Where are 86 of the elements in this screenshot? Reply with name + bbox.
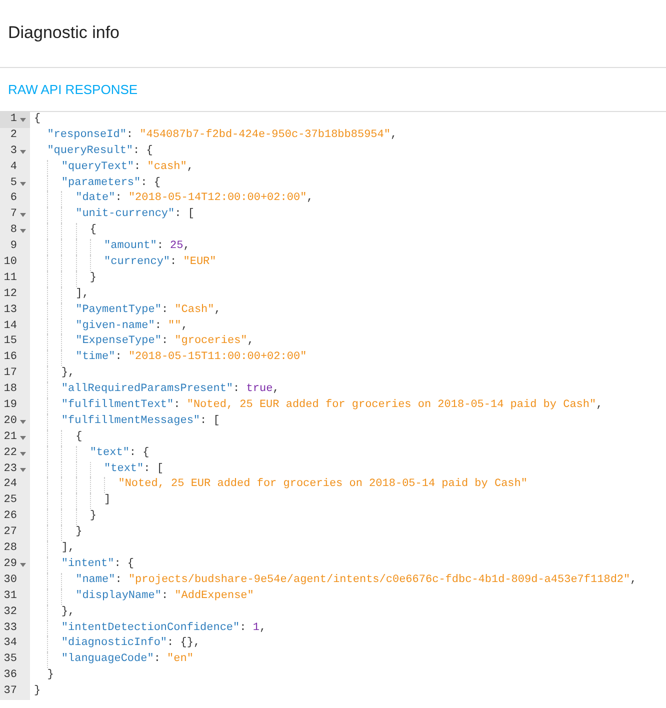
fold-toggle-icon[interactable] [20,468,26,472]
line-number: 34 [4,636,17,652]
line-number: 1 [10,112,17,127]
line-number: 30 [4,572,17,588]
fold-toggle-icon[interactable] [20,436,26,440]
fold-toggle-icon[interactable] [20,562,26,567]
code-line: "displayName": "AddExpense" [30,588,637,605]
fold-toggle-icon[interactable] [20,118,26,122]
line-number: 7 [10,207,17,222]
line-number: 31 [4,588,17,604]
line-number: 24 [4,477,17,492]
line-number: 33 [4,620,17,636]
code-line: "given-name": "", [30,318,637,334]
code-line: "PaymentType": "Cash", [30,302,637,319]
code-line: ], [30,541,637,557]
code-line: "diagnosticInfo": {}, [30,636,637,652]
fold-toggle-icon[interactable] [20,452,26,456]
code-line: } [30,525,637,542]
code-line: "currency": "EUR" [30,255,637,271]
code-line: }, [30,366,637,382]
code-line: "Noted, 25 EUR added for groceries on 2018-05-14 paid by Cash" [30,477,637,494]
code-line: "date": "2018-05-14T12:00:00+02:00", [30,191,637,208]
line-number: 5 [10,176,17,191]
code-line: "time": "2018-05-15T11:00:00+02:00" [30,350,637,366]
code-line: "text": [ [30,462,637,478]
line-number: 6 [10,191,17,206]
code-line: { [30,223,637,240]
fold-toggle-icon[interactable] [20,229,26,234]
code-line: "queryResult": { [46,144,154,159]
tab[interactable]: RAW API RESPONSE [8,80,138,100]
line-number: 23 [4,462,17,477]
fold-toggle-icon[interactable] [20,182,26,186]
code-line: "text": { [30,446,637,462]
line-number: 8 [10,223,17,238]
code-line: ], [30,286,637,303]
line-number: 13 [4,302,17,318]
line-number: 16 [4,350,17,366]
dialog-title: Diagnostic info [8,23,120,44]
line-number: 9 [10,239,17,254]
line-number: 11 [4,270,17,286]
code-line: } [30,509,637,526]
line-number: 15 [4,334,17,350]
code-line: "intentDetectionConfidence": 1, [30,620,637,636]
code-line: "unit-currency": [ [30,207,637,224]
code-line: ] [30,493,637,510]
line-number: 14 [4,318,17,334]
code-line: "responseId": "454087b7-f2bd-424e-950c-37b18bb85954", [46,128,398,143]
fold-toggle-icon[interactable] [20,150,26,154]
line-number: 3 [10,144,17,159]
line-number: 19 [4,398,17,414]
code-line: "allRequiredParamsPresent": true, [30,382,637,398]
code-line: "parameters": { [30,176,637,192]
line-number: 35 [4,652,17,668]
line-number: 26 [4,509,17,524]
line-number: 29 [4,556,17,572]
line-number: 17 [4,366,17,382]
line-number: 18 [4,382,17,398]
line-number: 28 [4,541,17,556]
line-number: 4 [10,160,17,175]
fold-toggle-icon[interactable] [20,420,26,424]
code-line: "intent": { [30,556,637,573]
code-line: { [30,430,637,446]
line-number: 12 [4,286,17,302]
code-line: }, [30,604,637,620]
code-line: "ExpenseType": "groceries", [30,334,637,350]
code-line: } [30,270,637,287]
line-number: 27 [4,525,17,540]
line-number: 2 [10,128,17,143]
code-line: "languageCode": "en" [30,652,637,668]
line-number: 32 [4,604,17,620]
code-line: "fulfillmentText": "Noted, 25 EUR added for groceries on 2018-05-14 paid by Cash", [30,398,637,414]
line-number: 10 [4,255,17,270]
line-number: 37 [4,684,17,700]
line-number: 20 [4,414,17,429]
fold-toggle-icon[interactable] [20,213,26,218]
code-line: } [33,684,42,700]
code-line: { [33,112,42,127]
code-line: } [46,668,55,684]
code-line: "amount": 25, [30,239,637,256]
line-number: 36 [4,668,17,684]
code-line: "name": "projects/budshare-9e54e/agent/intents/c0e6676c-fdbc-4b1d-809d-a453e7f118d2", [30,572,637,589]
line-number: 21 [4,430,17,445]
code-line: "fulfillmentMessages": [ [30,414,637,430]
line-number: 22 [4,446,17,461]
code-line: "queryText": "cash", [30,160,637,176]
line-number: 25 [4,493,17,508]
